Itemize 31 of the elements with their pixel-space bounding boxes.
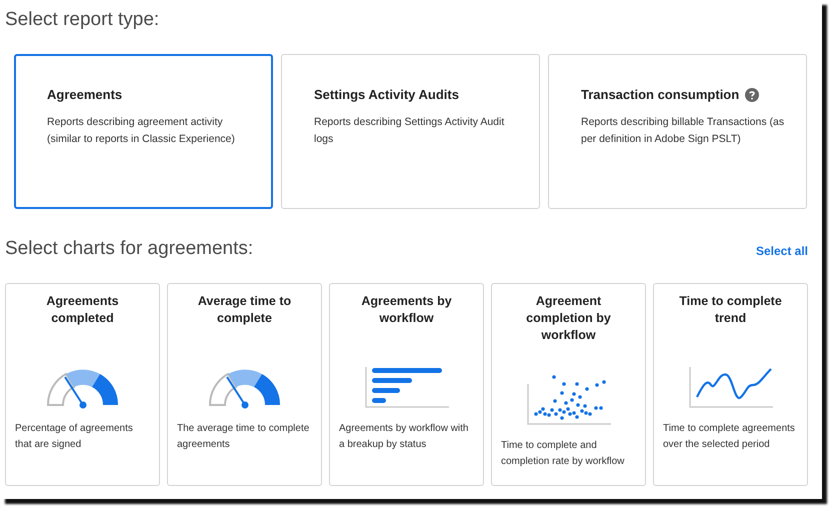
section-heading: Select charts for agreements: — [5, 236, 254, 260]
card-title: Agreements by workflow — [360, 293, 453, 327]
card-description: Reports describing Settings Activity Audit logs — [314, 114, 506, 146]
bar-chart-icon — [364, 365, 448, 409]
scatter-plot-icon — [526, 374, 610, 426]
card-description: Time to complete agreements over the selected period — [663, 422, 796, 452]
card-description: Reports describing agreement activity (similar to reports in Classic Experience) — [47, 114, 236, 146]
card-description: Reports describing billable Transactions (as per definition in Adobe Sign PSLT) — [581, 114, 786, 146]
report-type-card[interactable]: Agreements Reports describing agreement activity (similar to reports in Classic Experience) — [14, 54, 273, 208]
line-chart-icon — [688, 365, 772, 409]
card-title: Average time to complete — [196, 293, 292, 327]
chart-card[interactable]: Average time to complete The average time to complete agreements — [167, 283, 322, 486]
section-heading: Select report type: — [5, 8, 160, 32]
chart-card[interactable]: Agreement completion by workflow Time to complete and completion rate by workflow — [491, 283, 646, 486]
card-title: Settings Activity Audits — [314, 86, 459, 104]
card-title: Agreement completion by workflow — [525, 293, 612, 344]
chart-card[interactable]: Agreements by workflow Agreements by workflow with a breakup by status — [329, 283, 484, 486]
card-description: Time to complete and completion rate by workflow — [501, 439, 626, 469]
card-title: Agreements — [47, 86, 122, 104]
card-description: The average time to complete agreements — [177, 422, 310, 452]
chart-card[interactable]: Agreements completed Percentage of agreements that are signed — [5, 283, 160, 486]
select-all-link[interactable]: Select all — [756, 242, 808, 260]
card-title: Agreements completed — [45, 293, 120, 327]
card-title: Time to complete trend — [678, 293, 783, 327]
report-type-card[interactable]: Settings Activity Audits Reports describing Settings Activity Audit logs — [281, 54, 540, 208]
chart-card[interactable]: Time to complete trend Time to complete agreements over the selected period — [653, 283, 808, 486]
report-type-card[interactable]: Transaction consumption Reports describing billable Transactions (as per definition in Adobe Sign PSLT) — [548, 54, 807, 208]
card-description: Agreements by workflow with a breakup by status — [339, 422, 470, 452]
help-icon[interactable] — [745, 88, 760, 102]
card-description: Percentage of agreements that are signed — [15, 422, 134, 452]
card-title: Transaction consumption — [581, 86, 740, 104]
